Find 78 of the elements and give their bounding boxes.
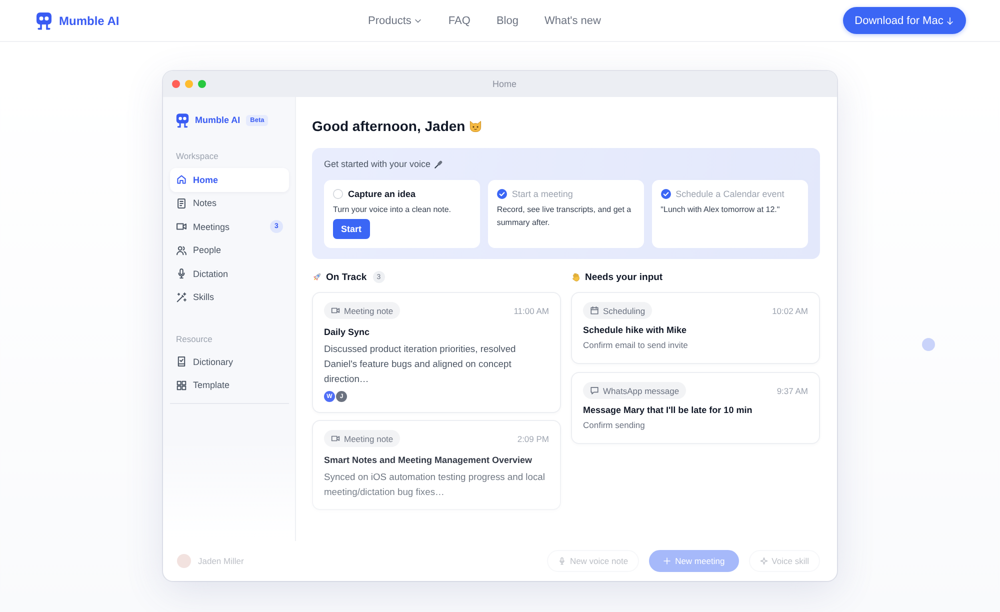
section-title: Needs your input <box>585 272 663 282</box>
card-title: Message Mary that I'll be late for 10 min <box>583 404 754 416</box>
chat-bubble-icon <box>590 386 599 395</box>
card-description: Confirm sending <box>583 419 646 432</box>
card-title: Daily Sync <box>324 326 371 338</box>
note-card[interactable]: Scheduling 10:02 AM Schedule hike with Mike Confirm email to send invite <box>571 292 820 364</box>
logo-icon[interactable] <box>36 12 52 30</box>
user-name: Jaden Miller <box>198 556 244 566</box>
check-circle-icon[interactable] <box>660 189 671 199</box>
sparkle-icon <box>760 557 768 565</box>
sidebar-item[interactable]: Template <box>170 374 289 397</box>
task-title: Capture an idea <box>348 189 416 199</box>
card-title: Smart Notes and Meeting Management Overview <box>324 454 534 466</box>
waving-hand-icon <box>571 272 581 282</box>
microphone-icon <box>558 557 566 565</box>
book-icon <box>176 356 187 368</box>
note-card[interactable]: WhatsApp message 9:37 AM Message Mary that I'll be late for 10 min Confirm sending <box>571 372 820 444</box>
app-name: Mumble AI <box>195 115 240 125</box>
task-description: Turn your voice into a clean note. <box>333 204 452 216</box>
card-time: 2:09 PM <box>517 434 549 444</box>
people-icon <box>176 244 187 256</box>
arrow-down-icon <box>946 16 954 24</box>
dot-icon <box>922 338 935 351</box>
home-icon <box>176 174 187 186</box>
chevron-down-icon <box>414 16 422 24</box>
section-heading: Workspace <box>175 151 220 161</box>
video-camera-icon <box>331 434 340 443</box>
video-camera-icon <box>176 221 187 232</box>
section-heading: Resource <box>175 334 214 344</box>
sidebar-item[interactable]: Dictation <box>170 262 289 286</box>
plus-icon <box>663 557 672 565</box>
microphone-icon <box>176 268 187 280</box>
brand-name[interactable]: Mumble AI <box>59 14 120 28</box>
radio-circle-icon[interactable] <box>333 189 343 199</box>
card-title: Schedule hike with Mike <box>583 324 688 336</box>
card-time: 11:00 AM <box>514 306 549 316</box>
tag-label: Scheduling <box>603 306 646 316</box>
panel-title: Get started with your voice <box>324 159 431 169</box>
task-title: Schedule a Calendar event <box>676 189 784 199</box>
cat-face-icon <box>469 120 482 132</box>
nav-link[interactable]: Blog <box>496 14 518 26</box>
note-card[interactable]: Meeting note 2:09 PM Smart Notes and Meeting Management Overview Synced on iOS automation testing progress and local meeting/dictation bug fixes… <box>312 420 561 510</box>
microphone-icon <box>434 160 443 168</box>
window-maximize-icon[interactable] <box>198 80 206 88</box>
calendar-icon <box>590 306 599 315</box>
start-button[interactable]: Start <box>333 219 370 239</box>
card-time: 9:37 AM <box>776 386 808 396</box>
sidebar-item[interactable]: Dictionary <box>170 350 289 374</box>
task-description: "Lunch with Alex tomorrow at 12." <box>660 204 781 216</box>
card-description: Discussed product iteration priorities, resolved Daniel's feature bugs and aligned on concept direction… <box>324 342 517 386</box>
tag-label: WhatsApp message <box>603 386 680 396</box>
greeting: Good afternoon, Jaden <box>312 118 466 134</box>
video-camera-icon <box>331 306 340 315</box>
section-title: On Track <box>326 272 367 282</box>
sidebar-item[interactable]: People <box>170 238 289 262</box>
nav-link[interactable]: What's new <box>544 14 601 26</box>
sidebar-item[interactable]: Home <box>170 168 289 192</box>
window-close-icon[interactable] <box>172 80 180 88</box>
document-icon <box>176 198 187 209</box>
card-time: 10:02 AM <box>772 306 808 316</box>
card-description: Synced on iOS automation testing progress and local meeting/dictation bug fixes… <box>324 470 546 499</box>
logo-icon <box>176 112 189 128</box>
grid-icon <box>176 380 187 391</box>
window-title: Home <box>492 79 516 89</box>
nav-link[interactable]: Products <box>368 14 422 26</box>
check-circle-icon[interactable] <box>496 189 507 199</box>
task-description: Record, see live transcripts, and get a summary after. <box>496 204 632 229</box>
nav-link[interactable]: FAQ <box>448 14 470 26</box>
sidebar-item[interactable]: Skills <box>170 286 289 309</box>
window-minimize-icon[interactable] <box>185 80 193 88</box>
tag-label: Meeting note <box>344 434 394 444</box>
sidebar-item[interactable]: Notes <box>170 192 289 215</box>
task-title: Start a meeting <box>512 189 573 199</box>
magic-wand-icon <box>176 292 187 303</box>
tag-label: Meeting note <box>344 306 394 316</box>
card-description: Confirm email to send invite <box>583 339 689 352</box>
download-button[interactable]: Download for Mac <box>843 7 966 34</box>
rocket-icon <box>312 272 322 282</box>
